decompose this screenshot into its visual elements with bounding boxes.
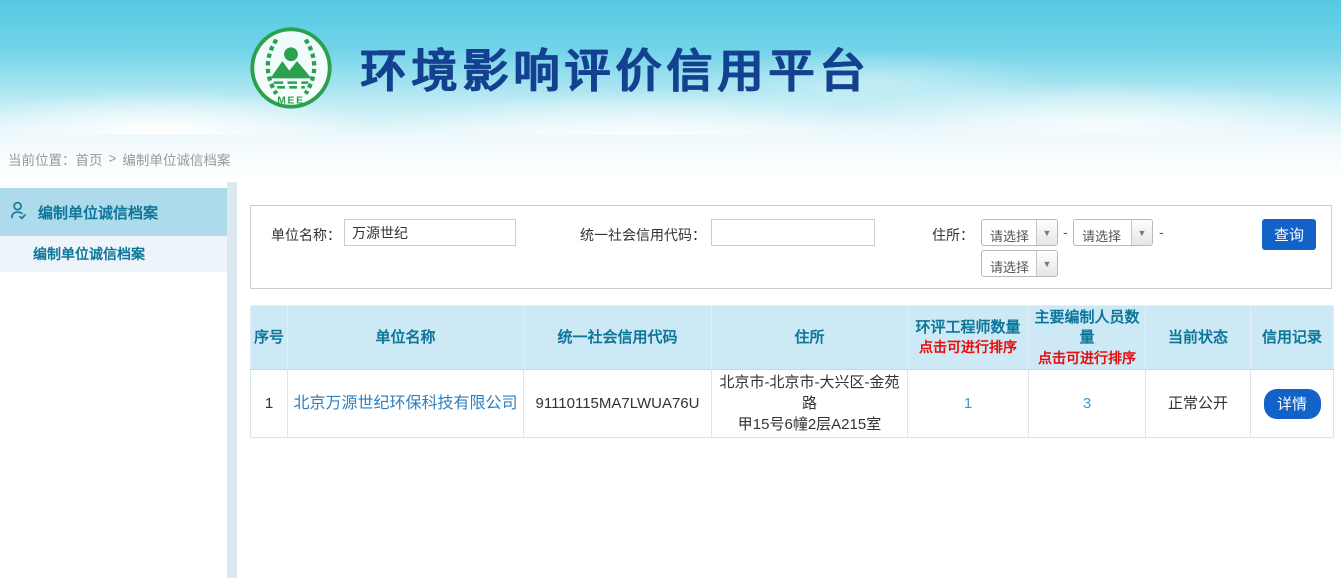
province-select-value: 请选择 <box>982 220 1036 245</box>
province-select[interactable]: 请选择 ▼ <box>981 219 1058 246</box>
header-staff-count-label: 主要编制人员数量 <box>1034 309 1139 346</box>
detail-button[interactable]: 详情 <box>1264 389 1321 419</box>
search-panel: 单位名称： 统一社会信用代码： 住所： 请选择 ▼ - 请选择 ▼ - 请选择 … <box>250 205 1332 289</box>
sort-hint: 点击可进行排序 <box>908 338 1028 357</box>
results-table: 序号 单位名称 统一社会信用代码 住所 环评工程师数量 点击可进行排序 主要编制… <box>250 305 1334 438</box>
cell-credit-code: 91110115MA7LWUA76U <box>524 370 712 438</box>
sidebar-divider <box>227 182 237 578</box>
address-dash: - <box>1159 224 1164 240</box>
header-unit-name: 单位名称 <box>288 306 524 370</box>
user-check-icon <box>8 200 29 225</box>
header-index: 序号 <box>251 306 288 370</box>
chevron-down-icon[interactable]: ▼ <box>1036 251 1057 276</box>
mee-logo-icon: MEE <box>248 25 334 111</box>
city-select[interactable]: 请选择 ▼ <box>1073 219 1153 246</box>
breadcrumb-current: 编制单位诚信档案 <box>122 149 230 169</box>
address-dash: - <box>1063 224 1068 240</box>
city-select-value: 请选择 <box>1074 220 1131 245</box>
address-label: 住所： <box>901 225 974 245</box>
chevron-down-icon[interactable]: ▼ <box>1036 220 1057 245</box>
header-credit-record: 信用记录 <box>1251 306 1334 370</box>
unit-name-input[interactable] <box>344 219 516 246</box>
address-line-1: 北京市-北京市-大兴区-金苑路 <box>716 372 903 414</box>
header-engineer-count-label: 环评工程师数量 <box>915 319 1020 336</box>
breadcrumb: 当前位置： 首页 > 编制单位诚信档案 <box>0 135 1341 182</box>
header-status: 当前状态 <box>1146 306 1251 370</box>
sidebar: 编制单位诚信档案 编制单位诚信档案 <box>0 182 227 578</box>
address-line-2: 甲15号6幢2层A215室 <box>716 414 903 435</box>
staff-count-link[interactable]: 3 <box>1083 395 1091 412</box>
site-header: MEE 环境影响评价信用平台 <box>0 0 1341 135</box>
district-select[interactable]: 请选择 ▼ <box>981 250 1058 277</box>
breadcrumb-separator: > <box>109 151 117 166</box>
svg-text:MEE: MEE <box>277 95 305 106</box>
cell-index: 1 <box>251 370 288 438</box>
cell-address: 北京市-北京市-大兴区-金苑路 甲15号6幢2层A215室 <box>712 370 908 438</box>
header-engineer-count-sort[interactable]: 环评工程师数量 点击可进行排序 <box>908 306 1029 370</box>
district-select-value: 请选择 <box>982 251 1036 276</box>
header-credit-code: 统一社会信用代码 <box>524 306 712 370</box>
cell-status: 正常公开 <box>1146 370 1251 438</box>
engineer-count-link[interactable]: 1 <box>964 395 972 412</box>
chevron-down-icon[interactable]: ▼ <box>1131 220 1152 245</box>
table-header-row: 序号 单位名称 统一社会信用代码 住所 环评工程师数量 点击可进行排序 主要编制… <box>251 306 1334 370</box>
header-staff-count-sort[interactable]: 主要编制人员数量 点击可进行排序 <box>1029 306 1146 370</box>
search-button[interactable]: 查询 <box>1262 219 1316 250</box>
unit-name-link[interactable]: 北京万源世纪环保科技有限公司 <box>293 395 517 412</box>
table-row: 1 北京万源世纪环保科技有限公司 91110115MA7LWUA76U 北京市-… <box>251 370 1334 438</box>
content-area: 编制单位诚信档案 编制单位诚信档案 单位名称： 统一社会信用代码： 住所： 请选… <box>0 182 1341 578</box>
header-address: 住所 <box>712 306 908 370</box>
page-title: 环境影响评价信用平台 <box>360 35 870 101</box>
main-panel: 单位名称： 统一社会信用代码： 住所： 请选择 ▼ - 请选择 ▼ - 请选择 … <box>237 182 1341 578</box>
unit-name-label: 单位名称： <box>251 225 341 245</box>
sidebar-subitem-label: 编制单位诚信档案 <box>33 244 145 264</box>
sidebar-subitem-credit-archive[interactable]: 编制单位诚信档案 <box>0 236 227 272</box>
breadcrumb-home-link[interactable]: 首页 <box>76 149 103 169</box>
sidebar-item-credit-archive[interactable]: 编制单位诚信档案 <box>0 188 227 236</box>
breadcrumb-prefix: 当前位置： <box>8 149 76 169</box>
sidebar-item-label: 编制单位诚信档案 <box>38 202 158 223</box>
credit-code-label: 统一社会信用代码： <box>551 225 706 245</box>
credit-code-input[interactable] <box>711 219 875 246</box>
sort-hint: 点击可进行排序 <box>1029 349 1145 368</box>
